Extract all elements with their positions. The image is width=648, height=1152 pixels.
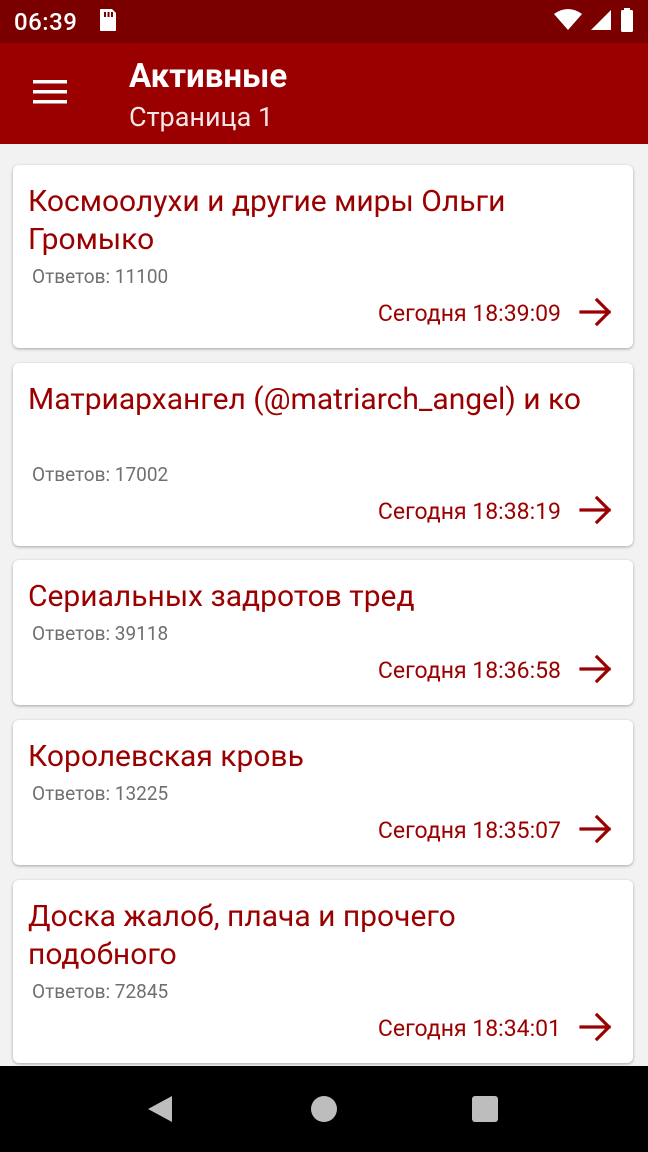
status-time: 06:39 xyxy=(14,7,78,36)
system-nav-bar xyxy=(0,1066,648,1152)
thread-time: Сегодня 18:38:19 xyxy=(377,498,561,525)
thread-card[interactable]: Космоолухи и другие миры Ольги Громыко О… xyxy=(13,165,633,348)
thread-list: Космоолухи и другие миры Ольги Громыко О… xyxy=(0,144,648,1066)
thread-card[interactable]: Сериальных задротов тред Ответов: 39118 … xyxy=(13,560,633,705)
thread-title: Сериальных задротов тред xyxy=(28,579,415,614)
signal-icon xyxy=(590,9,612,35)
arrow-right-icon[interactable] xyxy=(579,1012,613,1042)
status-bar: 06:39 xyxy=(0,0,648,43)
thread-replies: Ответов: 39118 xyxy=(32,622,169,645)
hamburger-menu-icon xyxy=(33,80,67,108)
app-bar: Активные Страница 1 xyxy=(0,43,648,144)
thread-title: Матриархангел (@matriarch_angel) и ко xyxy=(28,382,581,417)
thread-replies: Ответов: 11100 xyxy=(32,265,169,288)
arrow-right-icon[interactable] xyxy=(579,495,613,525)
page-title: Активные xyxy=(129,57,288,96)
thread-time: Сегодня 18:34:01 xyxy=(377,1015,561,1042)
thread-time: Сегодня 18:36:58 xyxy=(377,657,561,684)
arrow-right-icon[interactable] xyxy=(579,297,613,327)
sd-card-icon xyxy=(97,8,117,36)
wifi-icon xyxy=(554,8,582,35)
thread-title: Доска жалоб, плача и прочего подобного xyxy=(28,899,456,972)
arrow-right-icon[interactable] xyxy=(579,654,613,684)
thread-card[interactable]: Королевская кровь Ответов: 13225 Сегодня… xyxy=(13,720,633,865)
thread-card[interactable]: Матриархангел (@matriarch_angel) и ко От… xyxy=(13,363,633,546)
thread-card[interactable]: Доска жалоб, плача и прочего подобного О… xyxy=(13,880,633,1063)
thread-replies: Ответов: 13225 xyxy=(32,782,169,805)
thread-time: Сегодня 18:35:07 xyxy=(377,817,561,844)
thread-time: Сегодня 18:39:09 xyxy=(377,300,561,327)
thread-replies: Ответов: 17002 xyxy=(32,463,169,486)
menu-button[interactable] xyxy=(22,69,78,119)
recents-icon[interactable] xyxy=(472,1095,498,1123)
thread-title: Королевская кровь xyxy=(28,739,304,774)
app-bar-titles: Активные Страница 1 xyxy=(129,57,287,137)
home-icon[interactable] xyxy=(310,1095,338,1123)
thread-title: Космоолухи и другие миры Ольги Громыко xyxy=(28,184,506,257)
battery-icon xyxy=(620,7,634,36)
page-subtitle: Страница 1 xyxy=(129,101,274,133)
thread-replies: Ответов: 72845 xyxy=(32,980,169,1003)
arrow-right-icon[interactable] xyxy=(579,814,613,844)
back-icon[interactable] xyxy=(146,1094,174,1124)
